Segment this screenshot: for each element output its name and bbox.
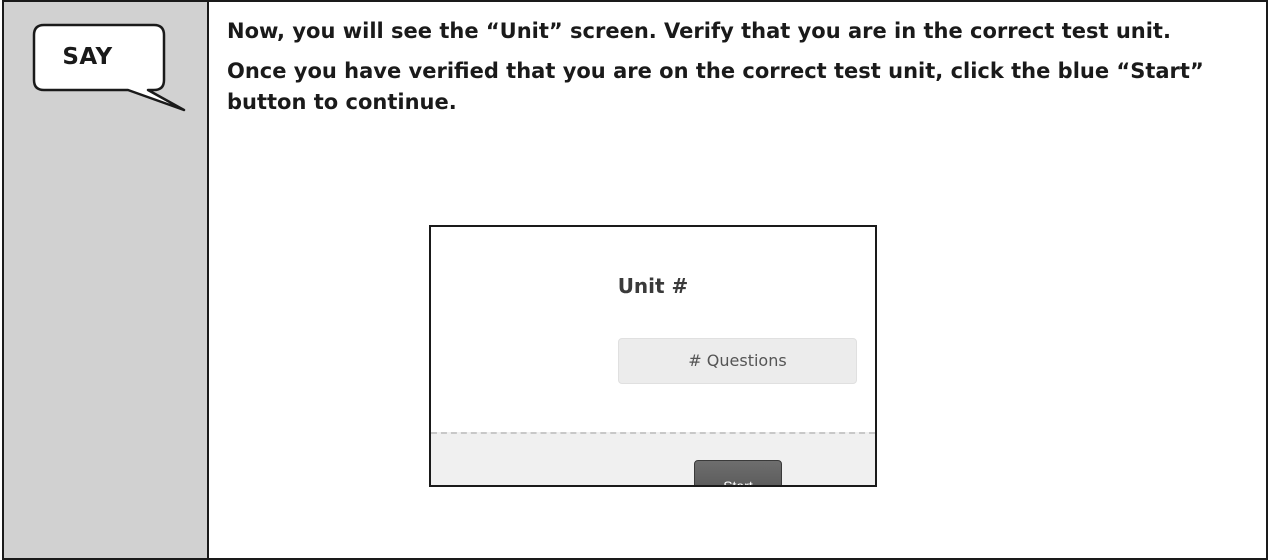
instruction-paragraph-2: Once you have verified that you are on t… [227,59,1204,114]
say-sidebar: SAY [4,2,209,558]
start-button[interactable]: Start [694,460,782,485]
say-label: SAY [62,44,113,70]
instruction-paragraph-1: Now, you will see the “Unit” screen. Ver… [227,19,1171,43]
unit-screen-footer [431,432,875,485]
instruction-text: Now, you will see the “Unit” screen. Ver… [227,16,1247,118]
unit-screen-preview: Unit # # Questions Start [429,225,877,487]
questions-count-badge: # Questions [618,338,857,384]
instruction-box: SAY Now, you will see the “Unit” screen.… [2,0,1268,560]
unit-title: Unit # [617,274,689,298]
